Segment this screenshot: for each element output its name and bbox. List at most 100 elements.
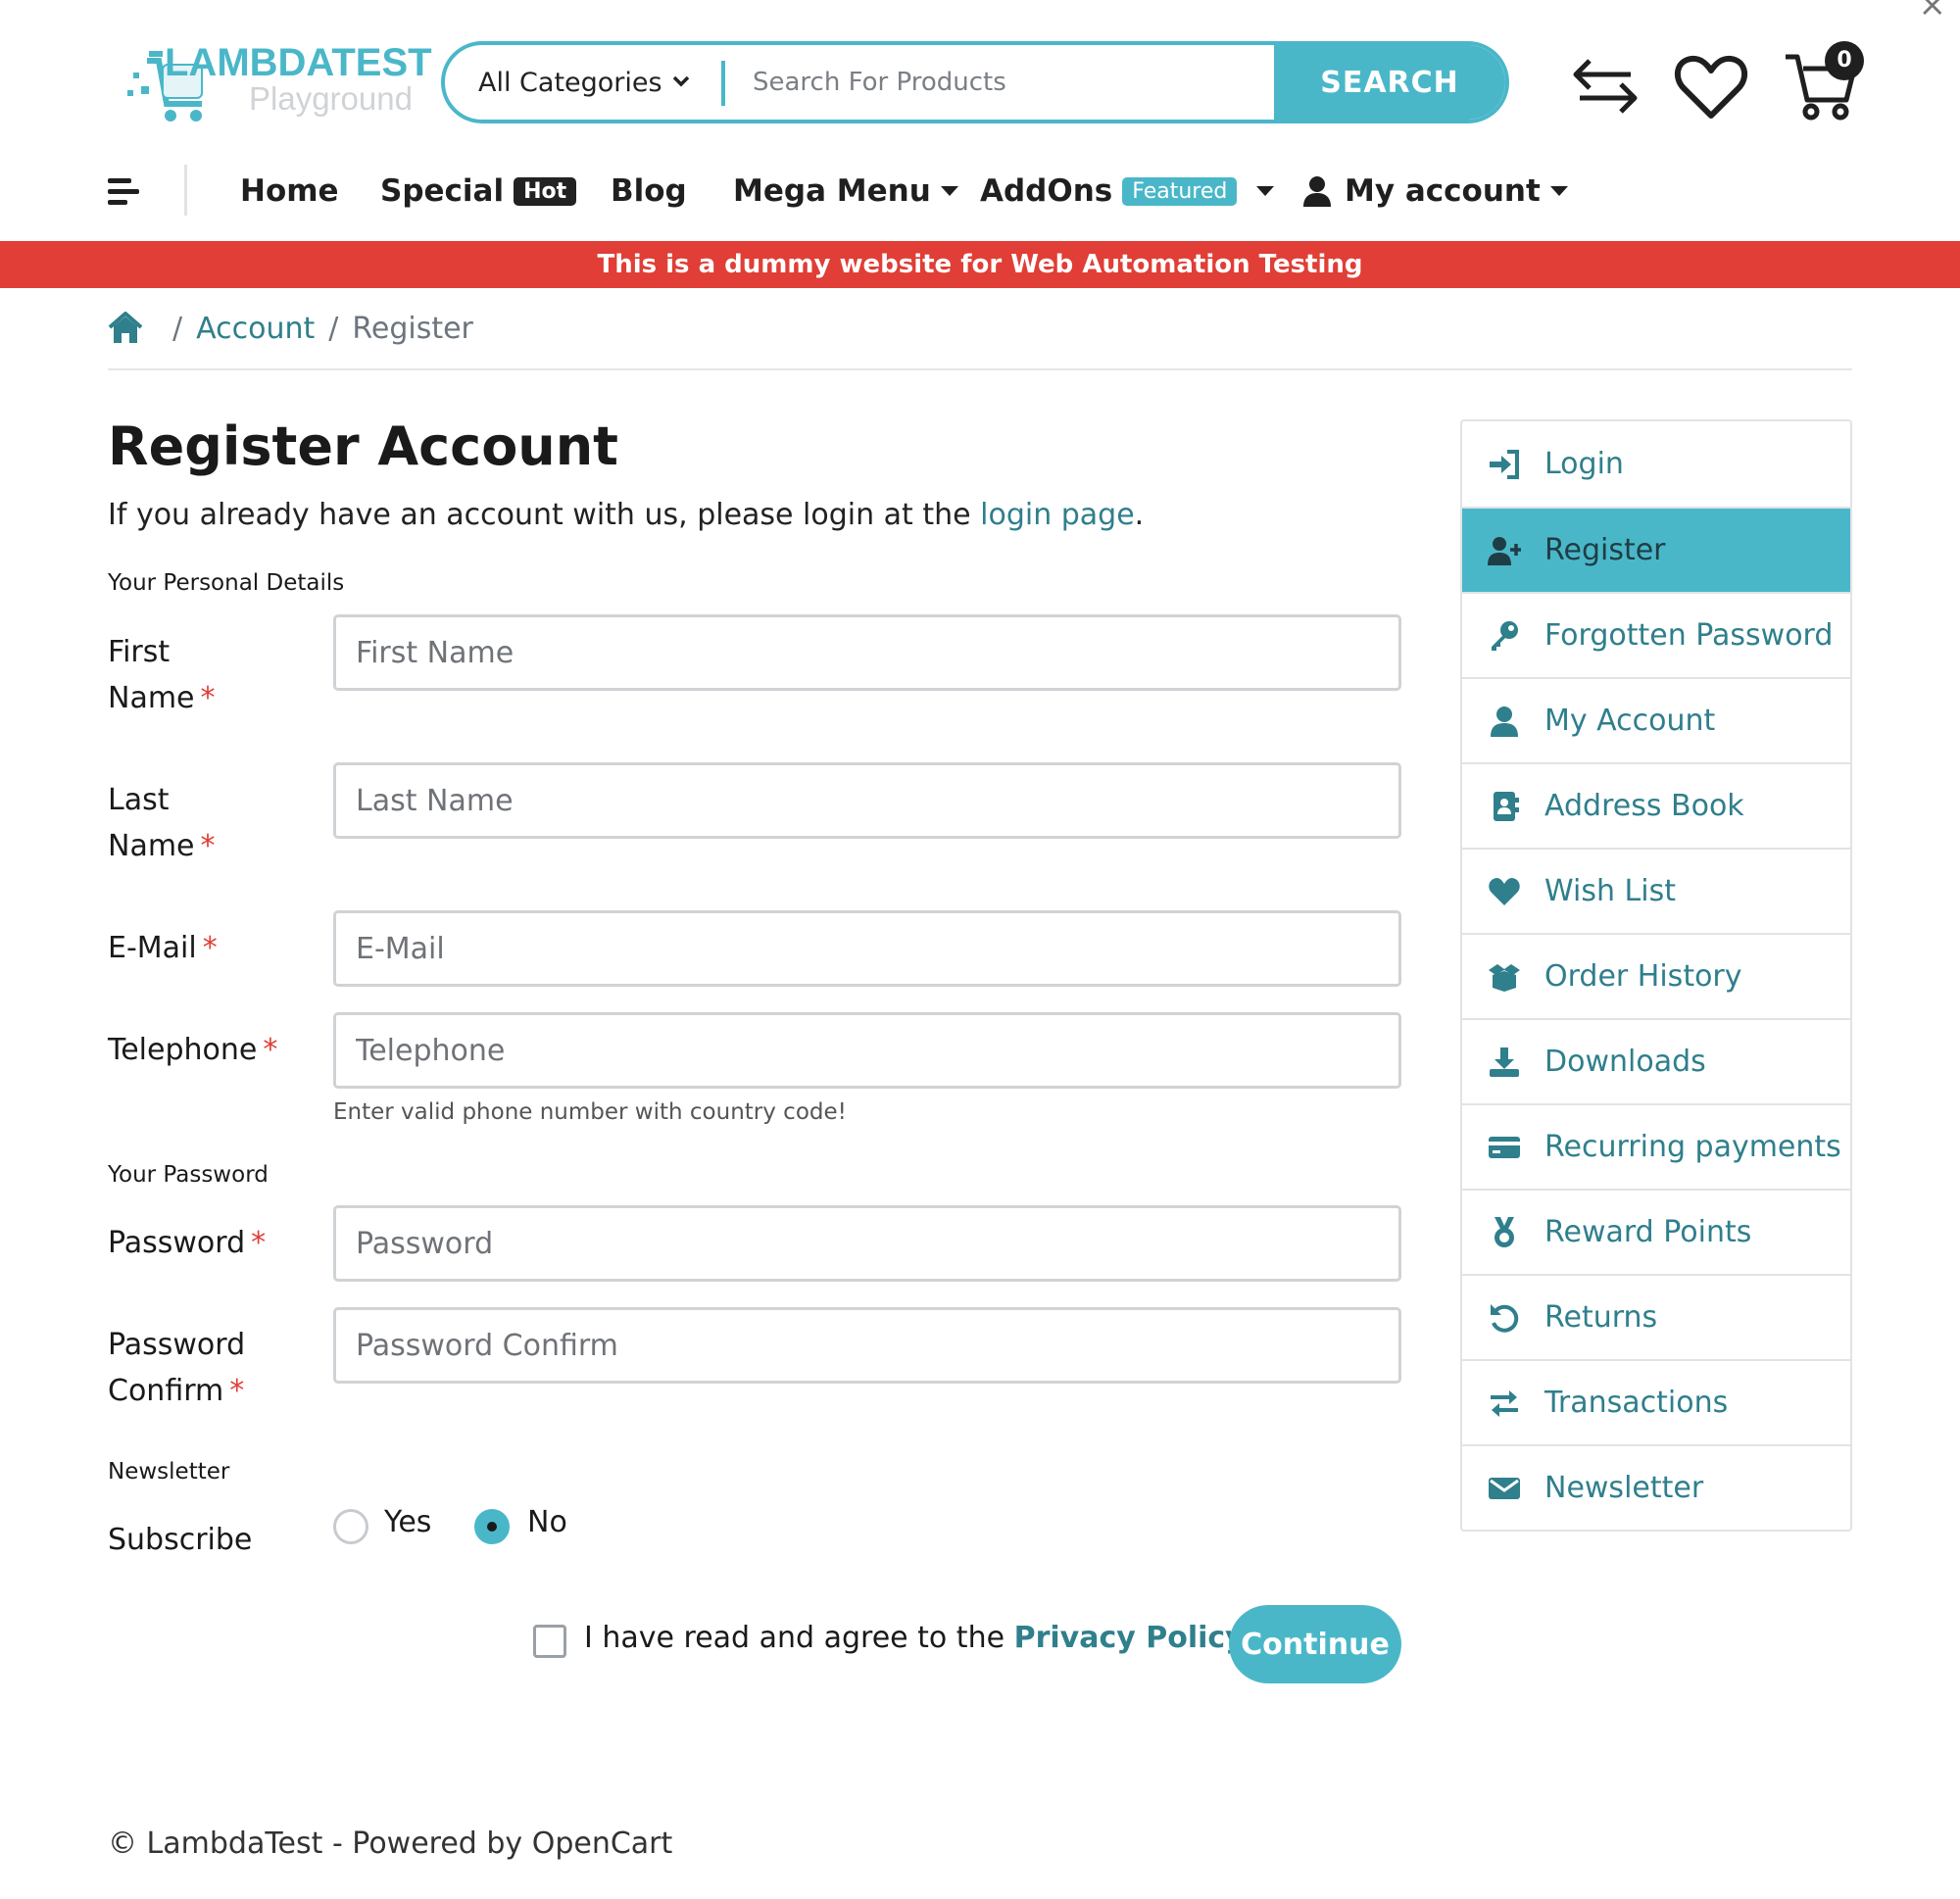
- menu-toggle-icon[interactable]: [106, 172, 145, 212]
- nav-item-addons[interactable]: AddOns Featured: [980, 167, 1275, 216]
- sidebar-item-label: Wish List: [1544, 874, 1676, 908]
- sidebar-item-label: Newsletter: [1544, 1471, 1704, 1505]
- subscribe-yes-label[interactable]: Yes: [384, 1505, 431, 1539]
- last-name-label-line2: Name: [108, 829, 195, 863]
- sidebar-item-downloads[interactable]: Downloads: [1462, 1018, 1850, 1103]
- nav-item-special[interactable]: Special Hot: [380, 167, 577, 216]
- envelope-icon: [1486, 1472, 1523, 1505]
- required-mark: *: [200, 829, 216, 863]
- nav-item-home[interactable]: Home: [240, 167, 339, 216]
- sidebar-item-label: Address Book: [1544, 789, 1744, 823]
- first-name-input[interactable]: [333, 614, 1401, 691]
- search-divider: [721, 61, 725, 106]
- nav-item-my-account[interactable]: My account: [1303, 167, 1568, 216]
- caret-down-icon: [940, 186, 958, 196]
- agree-text: I have read and agree to the Privacy Pol…: [584, 1621, 1245, 1655]
- nav-divider: [184, 165, 187, 216]
- user-plus-icon: [1486, 534, 1523, 567]
- sidebar-item-label: Login: [1544, 447, 1624, 481]
- featured-badge: Featured: [1122, 176, 1238, 206]
- nav-item-label: My account: [1345, 173, 1541, 209]
- nav-item-mega-menu[interactable]: Mega Menu: [733, 167, 958, 216]
- heart-icon[interactable]: [1672, 47, 1750, 125]
- footer-text: © LambdaTest - Powered by OpenCart: [108, 1826, 673, 1861]
- medal-icon: [1486, 1216, 1523, 1249]
- last-name-input[interactable]: [333, 762, 1401, 839]
- sidebar-item-login[interactable]: Login: [1462, 421, 1850, 507]
- caret-down-icon: [1256, 186, 1275, 196]
- sidebar-item-newsletter[interactable]: Newsletter: [1462, 1444, 1850, 1530]
- nav-item-blog[interactable]: Blog: [611, 167, 687, 216]
- email-input[interactable]: [333, 910, 1401, 987]
- first-name-label-line2: Name: [108, 681, 195, 715]
- agree-text-body: I have read and agree to the: [584, 1621, 1014, 1655]
- exchange-icon: [1486, 1387, 1523, 1420]
- telephone-label: Telephone *: [108, 1027, 277, 1073]
- key-icon: [1486, 619, 1523, 653]
- sidebar-item-transactions[interactable]: Transactions: [1462, 1359, 1850, 1444]
- privacy-policy-link[interactable]: Privacy Policy: [1014, 1621, 1245, 1655]
- caret-down-icon: [1549, 186, 1568, 196]
- breadcrumb-divider: [108, 368, 1852, 370]
- telephone-help-text: Enter valid phone number with country co…: [333, 1099, 847, 1125]
- search-button[interactable]: SEARCH: [1274, 45, 1505, 120]
- sidebar-item-order-history[interactable]: Order History: [1462, 933, 1850, 1018]
- sidebar-item-label: Order History: [1544, 959, 1742, 994]
- site-logo[interactable]: LAMBDATEST Playground: [127, 37, 432, 130]
- password-confirm-label: Password Confirm *: [108, 1322, 245, 1414]
- home-icon[interactable]: [108, 312, 143, 345]
- category-select[interactable]: All Categories: [445, 45, 717, 120]
- page-title: Register Account: [108, 415, 618, 477]
- sidebar-item-forgotten-password[interactable]: Forgotten Password: [1462, 592, 1850, 677]
- telephone-label-text: Telephone: [108, 1033, 258, 1067]
- user-icon: [1486, 705, 1523, 738]
- subscribe-no-label[interactable]: No: [527, 1505, 567, 1539]
- sidebar-item-my-account[interactable]: My Account: [1462, 677, 1850, 762]
- hot-badge: Hot: [514, 176, 577, 206]
- continue-button[interactable]: Continue: [1229, 1605, 1401, 1683]
- first-name-label-line1: First: [108, 635, 171, 669]
- login-page-link[interactable]: login page: [980, 498, 1135, 532]
- privacy-policy-checkbox[interactable]: [533, 1625, 566, 1658]
- breadcrumb: / Account / Register: [108, 304, 473, 353]
- first-name-label: First Name *: [108, 629, 216, 721]
- breadcrumb-account[interactable]: Account: [196, 312, 315, 346]
- subscribe-no-radio[interactable]: [474, 1509, 510, 1544]
- email-label-text: E-Mail: [108, 931, 197, 965]
- credit-card-icon: [1486, 1131, 1523, 1164]
- sidebar-item-label: Forgotten Password: [1544, 618, 1834, 653]
- nav-item-label: Home: [240, 173, 339, 209]
- required-mark: *: [263, 1033, 278, 1067]
- last-name-label: Last Name *: [108, 777, 216, 869]
- password-input[interactable]: [333, 1205, 1401, 1282]
- sidebar-item-label: Returns: [1544, 1300, 1658, 1335]
- sidebar-item-label: Register: [1544, 533, 1666, 567]
- password-confirm-label-line1: Password: [108, 1328, 246, 1362]
- sidebar-item-returns[interactable]: Returns: [1462, 1274, 1850, 1359]
- search-input[interactable]: [739, 45, 1229, 120]
- breadcrumb-separator: /: [172, 311, 183, 346]
- sidebar-item-label: Recurring payments: [1544, 1130, 1841, 1164]
- compare-icon[interactable]: [1566, 47, 1644, 125]
- sidebar-item-recurring-payments[interactable]: Recurring payments: [1462, 1103, 1850, 1189]
- logo-brand-text: LAMBDATEST: [165, 41, 432, 84]
- sidebar-item-address-book[interactable]: Address Book: [1462, 762, 1850, 848]
- nav-item-label: Blog: [611, 173, 687, 209]
- required-mark: *: [229, 1374, 245, 1408]
- sidebar-item-label: My Account: [1544, 704, 1716, 738]
- sidebar-item-label: Transactions: [1544, 1386, 1729, 1420]
- user-icon: [1303, 176, 1331, 207]
- undo-icon: [1486, 1301, 1523, 1335]
- address-book-icon: [1486, 790, 1523, 823]
- newsletter-legend: Newsletter: [108, 1459, 230, 1485]
- category-select-value: All Categories: [478, 67, 662, 98]
- subscribe-yes-radio[interactable]: [333, 1509, 368, 1544]
- intro-text-end: .: [1134, 498, 1145, 532]
- last-name-label-line1: Last: [108, 783, 170, 817]
- telephone-input[interactable]: [333, 1012, 1401, 1089]
- sidebar-item-register[interactable]: Register: [1462, 507, 1850, 592]
- sidebar-item-wish-list[interactable]: Wish List: [1462, 848, 1850, 933]
- intro-text-body: If you already have an account with us, …: [108, 498, 981, 532]
- sidebar-item-reward-points[interactable]: Reward Points: [1462, 1189, 1850, 1274]
- password-confirm-input[interactable]: [333, 1307, 1401, 1384]
